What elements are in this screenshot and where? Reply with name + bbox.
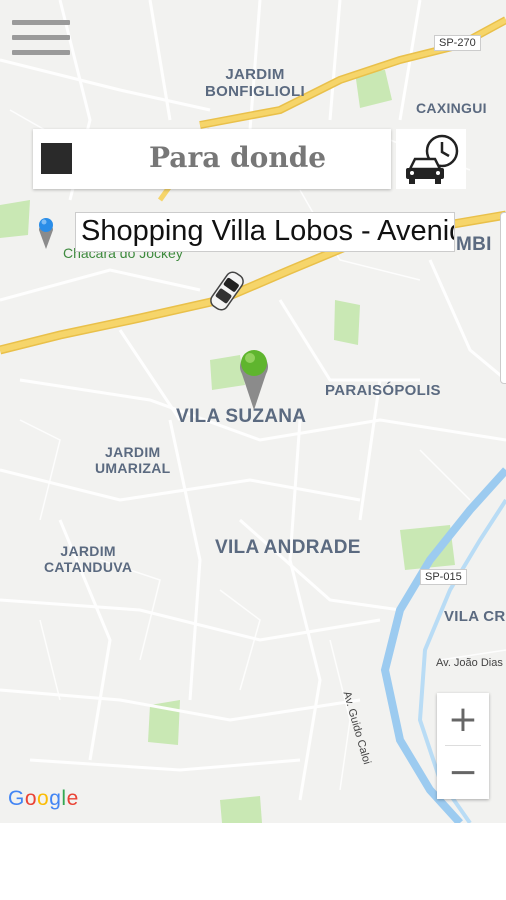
highway-shield-sp015: SP-015: [420, 569, 467, 585]
google-logo-letter: g: [49, 787, 62, 810]
search-placeholder: Para donde: [149, 141, 327, 174]
area-label-mbi: MBI: [456, 234, 492, 255]
area-label-vila-andrade: VILA ANDRADE: [215, 537, 361, 558]
area-label-jardim-umarizal: JARDIM UMARIZAL: [95, 444, 171, 477]
area-label-jardim-catanduva: JARDIM CATANDUVA: [44, 543, 133, 576]
area-label-paraisopolis: PARAISÓPOLIS: [325, 382, 441, 399]
side-drawer-handle[interactable]: [500, 212, 506, 384]
zoom-out-button[interactable]: −: [437, 746, 489, 798]
destination-text: Shopping Villa Lobos - Avenida: [81, 215, 455, 247]
google-logo-letter: o: [24, 787, 38, 810]
area-label-caxingui: CAXINGUI: [416, 100, 487, 116]
menu-icon-bar: [12, 50, 70, 55]
google-logo-letter: o: [37, 787, 50, 810]
destination-field[interactable]: Shopping Villa Lobos - Avenida: [75, 212, 455, 252]
destination-search-bar[interactable]: Para donde: [33, 129, 391, 189]
area-label-vila-cr: VILA CR: [444, 608, 506, 625]
highway-shield-sp270: SP-270: [434, 35, 481, 51]
stop-square-icon: [41, 143, 72, 174]
menu-icon: [12, 20, 70, 25]
car-clock-icon: [406, 134, 459, 184]
menu-icon-bar: [12, 35, 70, 40]
area-label-jardim-bonfiglioli: JARDIM BONFIGLIOLI: [205, 66, 305, 101]
google-logo: Google: [8, 787, 79, 811]
map-view[interactable]: JARDIM BONFIGLIOLI CAXINGUI VILA SUZANA P…: [0, 0, 506, 823]
zoom-in-button[interactable]: +: [437, 693, 489, 745]
schedule-ride-button[interactable]: [396, 129, 466, 189]
green-pin-icon[interactable]: [234, 344, 274, 412]
blue-pin-icon: [39, 218, 53, 249]
google-logo-letter: e: [66, 787, 79, 810]
menu-button[interactable]: [12, 20, 70, 60]
google-logo-letter: G: [8, 787, 25, 810]
road-label-joao-dias: Av. João Dias: [436, 657, 503, 669]
car-icon: [210, 271, 244, 311]
zoom-controls: + −: [437, 693, 489, 799]
